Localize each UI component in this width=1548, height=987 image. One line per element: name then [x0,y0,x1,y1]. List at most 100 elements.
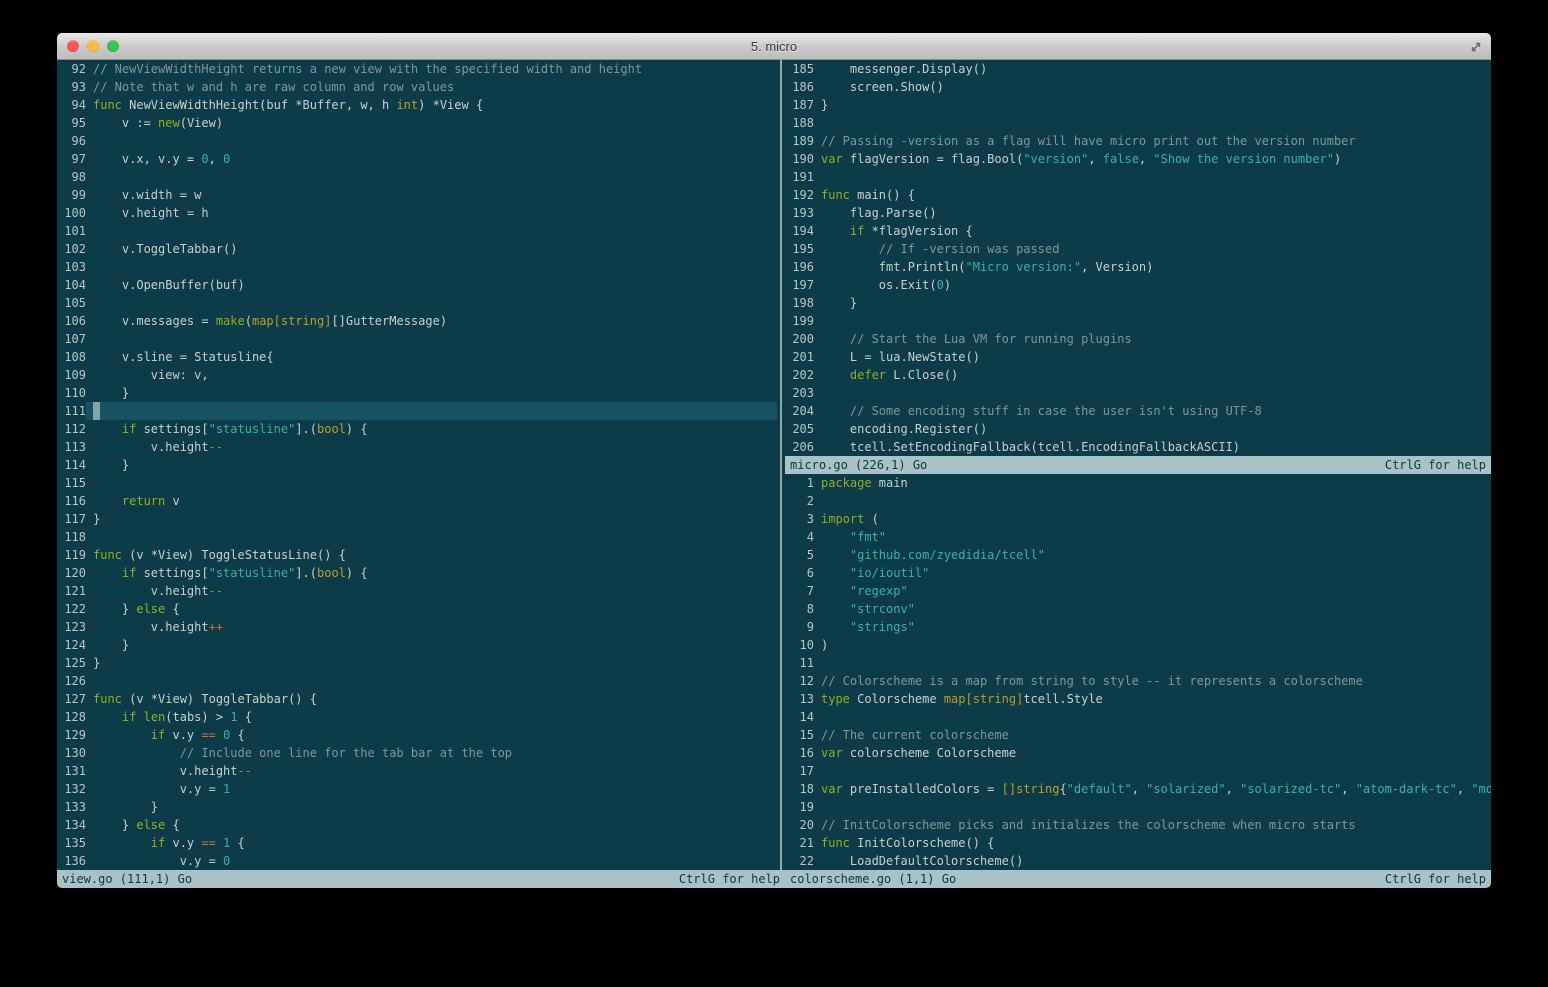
code-line-187[interactable]: 187} [785,96,1491,114]
code-line-8[interactable]: 8 "strconv" [785,600,1491,618]
code-line-189[interactable]: 189 // Passing -version as a flag will ha… [785,132,1491,150]
code-line-114[interactable]: 114 } [57,456,777,474]
code-line-129[interactable]: 129 if v.y == 0 { [57,726,777,744]
code-line-95[interactable]: 95 v := new(View) [57,114,777,132]
code-line-134[interactable]: 134 } else { [57,816,777,834]
code-line-94[interactable]: 94 func NewViewWidthHeight(buf *Buffer, w… [57,96,777,114]
code-line-5[interactable]: 5 "github.com/zyedidia/tcell" [785,546,1491,564]
code-line-109[interactable]: 109 view: v, [57,366,777,384]
code-line-10[interactable]: 10) [785,636,1491,654]
code-line-199[interactable]: 199 [785,312,1491,330]
code-line-12[interactable]: 12 // Colorscheme is a map from string to… [785,672,1491,690]
code-line-133[interactable]: 133 } [57,798,777,816]
code-line-124[interactable]: 124 } [57,636,777,654]
code-line-22[interactable]: 22 LoadDefaultColorscheme() [785,852,1491,870]
code-line-93[interactable]: 93 // Note that w and h are raw column an… [57,78,777,96]
code-line-203[interactable]: 203 [785,384,1491,402]
code-line-127[interactable]: 127 func (v *View) ToggleTabbar() { [57,690,777,708]
code-line-204[interactable]: 204 // Some encoding stuff in case the u… [785,402,1491,420]
code-line-194[interactable]: 194 if *flagVersion { [785,222,1491,240]
code-line-205[interactable]: 205 encoding.Register() [785,420,1491,438]
code-line-108[interactable]: 108 v.sline = Statusline{ [57,348,777,366]
code-line-192[interactable]: 192 func main() { [785,186,1491,204]
code-line-96[interactable]: 96 [57,132,777,150]
code-line-123[interactable]: 123 v.height++ [57,618,777,636]
code-line-117[interactable]: 117} [57,510,777,528]
titlebar[interactable]: 5. micro [57,33,1491,60]
line-number: 187 [792,98,814,112]
code-line-118[interactable]: 118 [57,528,777,546]
code-line-206[interactable]: 206 tcell.SetEncodingFallback(tcell.Enco… [785,438,1491,456]
code-line-196[interactable]: 196 fmt.Println("Micro version:", Versio… [785,258,1491,276]
code-line-131[interactable]: 131 v.height-- [57,762,777,780]
code-line-18[interactable]: 18 var preInstalledColors = []string{"def… [785,780,1491,798]
code-line-3[interactable]: 3 import ( [785,510,1491,528]
pane-micro-go[interactable]: 185 messenger.Display() 186 screen.Show()… [785,60,1491,456]
code-line-185[interactable]: 185 messenger.Display() [785,60,1491,78]
code-line-193[interactable]: 193 flag.Parse() [785,204,1491,222]
code-line-105[interactable]: 105 [57,294,777,312]
code-line-119[interactable]: 119 func (v *View) ToggleStatusLine() { [57,546,777,564]
code-line-122[interactable]: 122 } else { [57,600,777,618]
code-line-111[interactable]: 111 [57,402,777,420]
code-line-102[interactable]: 102 v.ToggleTabbar() [57,240,777,258]
code-line-120[interactable]: 120 if settings["statusline"].(bool) { [57,564,777,582]
code-line-106[interactable]: 106 v.messages = make(map[string][]Gutte… [57,312,777,330]
code-line-195[interactable]: 195 // If -version was passed [785,240,1491,258]
code-line-188[interactable]: 188 [785,114,1491,132]
code-line-1[interactable]: 1 package main [785,474,1491,492]
pane-view-go[interactable]: 92 // NewViewWidthHeight returns a new vi… [57,60,777,870]
code-line-135[interactable]: 135 if v.y == 1 { [57,834,777,852]
code-line-121[interactable]: 121 v.height-- [57,582,777,600]
code-line-130[interactable]: 130 // Include one line for the tab bar … [57,744,777,762]
split-divider[interactable] [777,60,785,870]
pane-colorscheme-go[interactable]: 1 package main 2 3 import (4 "fmt" 5 "github.… [785,474,1491,870]
code-line-125[interactable]: 125} [57,654,777,672]
code-line-6[interactable]: 6 "io/ioutil" [785,564,1491,582]
code-line-198[interactable]: 198 } [785,294,1491,312]
code-line-11[interactable]: 11 [785,654,1491,672]
code-line-21[interactable]: 21 func InitColorscheme() { [785,834,1491,852]
code-line-186[interactable]: 186 screen.Show() [785,78,1491,96]
editor-splits: 92// NewViewWidthHeight returns a new vi… [57,60,1491,870]
code-line-113[interactable]: 113 v.height-- [57,438,777,456]
code-line-9[interactable]: 9 "strings" [785,618,1491,636]
code-line-103[interactable]: 103 [57,258,777,276]
zoom-button[interactable] [107,40,119,52]
code-line-101[interactable]: 101 [57,222,777,240]
code-line-197[interactable]: 197 os.Exit(0) [785,276,1491,294]
code-line-19[interactable]: 19 [785,798,1491,816]
code-line-13[interactable]: 13 type Colorscheme map[string]tcell.Styl… [785,690,1491,708]
code-line-132[interactable]: 132 v.y = 1 [57,780,777,798]
code-line-110[interactable]: 110 } [57,384,777,402]
code-line-202[interactable]: 202 defer L.Close() [785,366,1491,384]
code-line-128[interactable]: 128 if len(tabs) > 1 { [57,708,777,726]
code-line-17[interactable]: 17 [785,762,1491,780]
code-line-15[interactable]: 15 // The current colorscheme [785,726,1491,744]
code-line-4[interactable]: 4 "fmt" [785,528,1491,546]
code-line-20[interactable]: 20 // InitColorscheme picks and initializ… [785,816,1491,834]
code-line-104[interactable]: 104 v.OpenBuffer(buf) [57,276,777,294]
minimize-button[interactable] [87,40,99,52]
code-line-112[interactable]: 112 if settings["statusline"].(bool) { [57,420,777,438]
code-line-92[interactable]: 92 // NewViewWidthHeight returns a new vi… [57,60,777,78]
code-line-99[interactable]: 99 v.width = w [57,186,777,204]
code-line-100[interactable]: 100 v.height = h [57,204,777,222]
close-button[interactable] [67,40,79,52]
code-line-191[interactable]: 191 [785,168,1491,186]
code-line-7[interactable]: 7 "regexp" [785,582,1491,600]
code-line-115[interactable]: 115 [57,474,777,492]
code-line-200[interactable]: 200 // Start the Lua VM for running plug… [785,330,1491,348]
code-line-116[interactable]: 116 return v [57,492,777,510]
code-line-98[interactable]: 98 [57,168,777,186]
code-line-190[interactable]: 190 var flagVersion = flag.Bool("version"… [785,150,1491,168]
code-line-97[interactable]: 97 v.x, v.y = 0, 0 [57,150,777,168]
code-line-201[interactable]: 201 L = lua.NewState() [785,348,1491,366]
resize-icon[interactable] [1469,39,1483,53]
code-line-14[interactable]: 14 [785,708,1491,726]
code-line-107[interactable]: 107 [57,330,777,348]
code-line-2[interactable]: 2 [785,492,1491,510]
code-line-16[interactable]: 16 var colorscheme Colorscheme [785,744,1491,762]
code-line-126[interactable]: 126 [57,672,777,690]
code-line-136[interactable]: 136 v.y = 0 [57,852,777,870]
